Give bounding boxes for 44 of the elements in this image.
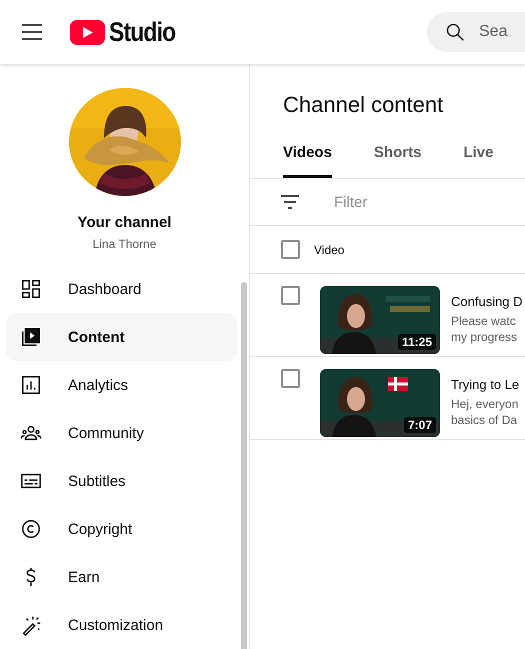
checkbox[interactable]: [281, 240, 300, 259]
video-description: Hej, everyon basics of Da: [451, 396, 520, 428]
tab[interactable]: Live: [463, 138, 494, 178]
nav-label: Analytics: [68, 376, 128, 394]
duration-badge: 7:07: [404, 417, 436, 433]
column-header: Video: [314, 242, 344, 256]
video-title[interactable]: Confusing D: [451, 294, 523, 309]
scrollbar[interactable]: [241, 282, 247, 649]
search-input[interactable]: Sea: [479, 23, 509, 41]
video-description: Please watc my progress: [451, 313, 518, 345]
checkbox[interactable]: [281, 369, 300, 388]
nav-item[interactable]: Copyright: [6, 505, 237, 553]
nav-item[interactable]: Customization: [6, 601, 237, 649]
tab[interactable]: Shorts: [374, 138, 422, 178]
tab[interactable]: Videos: [283, 138, 332, 178]
dashboard-icon: [20, 278, 42, 300]
nav-label: Content: [68, 328, 125, 346]
nav-label: Earn: [68, 568, 100, 586]
magic-wand-icon: [20, 614, 42, 636]
play-logo-icon: [70, 20, 105, 44]
nav-item[interactable]: Content: [6, 313, 237, 361]
channel-name: Lina Thorne: [92, 237, 156, 251]
page-title: Channel content: [282, 91, 444, 118]
bar-chart-icon: [20, 374, 42, 396]
nav-item[interactable]: Dashboard: [6, 265, 237, 313]
channel-title: Your channel: [78, 214, 172, 231]
video-title[interactable]: Trying to Le: [451, 377, 520, 392]
logo-text: Studio: [109, 16, 176, 48]
play-icon: [20, 326, 42, 348]
nav-item[interactable]: Earn: [6, 553, 237, 601]
copyright-icon: [20, 518, 42, 540]
nav-item[interactable]: Community: [6, 409, 237, 457]
filter-icon[interactable]: [280, 194, 300, 210]
duration-badge: 11:25: [398, 334, 436, 350]
nav-label: Copyright: [68, 520, 132, 538]
nav-label: Dashboard: [68, 280, 142, 298]
nav-label: Customization: [68, 616, 164, 634]
nav-label: Subtitles: [68, 472, 126, 490]
search-bar[interactable]: Sea: [427, 12, 525, 52]
search-icon: [445, 22, 465, 42]
nav-item[interactable]: Analytics: [6, 361, 237, 409]
checkbox[interactable]: [281, 286, 300, 305]
nav-label: Community: [68, 424, 144, 442]
nav-item[interactable]: Subtitles: [6, 457, 237, 505]
